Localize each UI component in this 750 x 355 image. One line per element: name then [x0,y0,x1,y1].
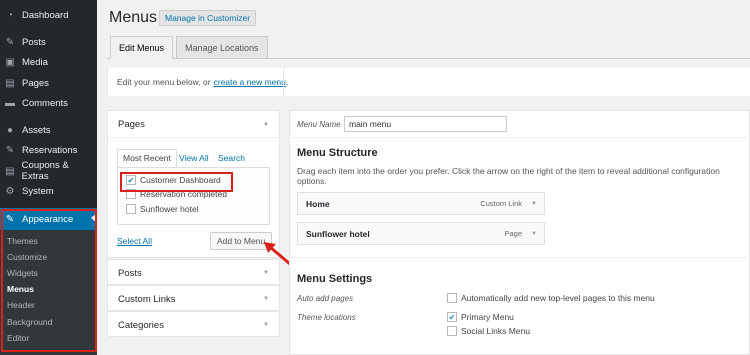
sidebar-item-label: Coupons & Extras [21,160,69,182]
tab-view-all[interactable]: View All [179,153,209,163]
reservations-icon: ✎ [5,144,15,156]
menu-name-input[interactable] [344,116,507,132]
categories-accordion[interactable]: Categories ▼ [107,311,280,337]
manage-in-customizer-button[interactable]: Manage in Customizer [159,10,257,26]
sidebar-item-media[interactable]: ▣ Media [0,52,97,72]
checkbox[interactable] [126,204,136,214]
sidebar-item-label: Dashboard [22,9,69,21]
menu-structure-title: Menu Structure [297,147,378,159]
submenu-item-editor[interactable]: Editor [7,333,29,343]
location-label: Social Links Menu [461,326,530,336]
auto-add-pages-text: Automatically add new top-level pages to… [461,293,655,303]
coupons-icon: ▤ [5,165,15,177]
sidebar-item-dashboard[interactable]: ◔ Dashboard [0,5,97,25]
sidebar-item-reservations[interactable]: ✎ Reservations [0,140,97,160]
menu-settings-title: Menu Settings [297,273,373,285]
sidebar-item-appearance[interactable]: ✎ Appearance [0,208,97,230]
sidebar-item-label: Pages [22,77,49,89]
pages-panel-title: Pages [118,118,145,130]
header-divider [289,137,750,138]
sidebar-item-label: Reservations [22,144,78,156]
create-menu-link[interactable]: create a new menu [214,77,286,87]
sidebar-item-assets[interactable]: ● Assets [0,120,97,140]
pages-icon: ▤ [5,77,15,89]
custom-links-accordion-title: Custom Links [118,293,176,305]
edit-notice: Edit your menu below, or create a new me… [107,68,750,96]
sidebar-item-label: Assets [22,124,51,136]
auto-add-pages-label: Auto add pages [297,294,354,303]
menu-item-label: Home [306,198,330,209]
page-option-label: Sunflower hotel [140,204,199,214]
collapse-up-icon[interactable]: ▲ [263,121,269,127]
custom-links-accordion[interactable]: Custom Links ▼ [107,285,280,311]
assets-icon: ● [6,124,14,136]
expand-down-icon[interactable]: ▼ [263,296,269,302]
submenu-item-themes[interactable]: Themes [7,236,38,246]
location-social-links-menu[interactable]: Social Links Menu [447,326,530,336]
categories-accordion-title: Categories [118,319,164,331]
comments-icon: ▬ [5,97,15,109]
posts-accordion[interactable]: Posts ▼ [107,259,280,285]
menu-item-label: Sunflower hotel [306,228,370,239]
dashboard-icon: ◔ [6,9,14,21]
sidebar-item-label: Media [22,56,48,68]
menu-item-home[interactable]: Home Custom Link ▼ [297,192,545,215]
tab-search[interactable]: Search [218,153,245,163]
submenu-item-customize[interactable]: Customize [7,252,47,262]
chevron-down-icon[interactable]: ▼ [531,231,537,237]
system-icon: ⚙ [5,185,15,197]
admin-sidebar: ◔ Dashboard ✎ Posts ▣ Media ▤ Pages ▬ Co… [0,0,97,355]
posts-accordion-title: Posts [118,267,142,279]
theme-locations-label: Theme locations [297,313,356,322]
customer-dashboard-highlight-box [120,172,233,192]
page-title: Menus [109,9,158,26]
submenu-item-widgets[interactable]: Widgets [7,268,38,278]
appearance-icon: ✎ [5,213,15,225]
sidebar-item-label: System [22,185,54,197]
tab-most-recent[interactable]: Most Recent [117,149,177,168]
sidebar-item-coupons[interactable]: ▤ Coupons & Extras [0,160,97,182]
notice-divider [283,68,284,96]
checkbox-checked[interactable]: ✔ [447,312,457,322]
auto-add-pages-option[interactable]: Automatically add new top-level pages to… [447,293,655,303]
notice-text: Edit your menu below, or [117,77,211,87]
checkbox[interactable] [447,326,457,336]
expand-down-icon[interactable]: ▼ [263,322,269,328]
sidebar-item-posts[interactable]: ✎ Posts [0,32,97,52]
location-label: Primary Menu [461,312,514,322]
menu-name-label: Menu Name [297,120,341,129]
submenu-item-menus[interactable]: Menus [7,284,34,294]
menu-item-sunflower-hotel[interactable]: Sunflower hotel Page ▼ [297,222,545,245]
submenu-item-header[interactable]: Header [7,300,35,310]
page-option-sunflower-hotel[interactable]: Sunflower hotel [126,204,199,214]
sidebar-item-label: Posts [22,36,46,48]
expand-down-icon[interactable]: ▼ [263,270,269,276]
sidebar-item-label: Comments [22,97,68,109]
tab-edit-menus[interactable]: Edit Menus [110,36,174,59]
sidebar-item-system[interactable]: ⚙ System [0,181,97,201]
sidebar-item-pages[interactable]: ▤ Pages [0,73,97,93]
appearance-submenu: Themes Customize Widgets Menus Header Ba… [0,230,97,355]
chevron-down-icon[interactable]: ▼ [531,201,537,207]
sidebar-item-comments[interactable]: ▬ Comments [0,93,97,113]
menu-structure-description: Drag each item into the order you prefer… [297,166,720,186]
checkbox[interactable] [447,293,457,303]
sidebar-item-label: Appearance [22,213,74,225]
submenu-item-background[interactable]: Background [7,317,52,327]
panel-divider [108,137,279,138]
menu-item-type: Page [504,229,522,238]
location-primary-menu[interactable]: ✔ Primary Menu [447,312,514,322]
tab-manage-locations[interactable]: Manage Locations [176,36,268,59]
select-all-link[interactable]: Select All [117,236,152,246]
pages-panel-header[interactable]: Pages ▲ [108,111,279,137]
media-icon: ▣ [5,56,15,68]
pin-icon: ✎ [5,36,15,48]
menu-item-type: Custom Link [480,199,522,208]
settings-divider [289,257,750,258]
notice-period: . [285,77,289,87]
